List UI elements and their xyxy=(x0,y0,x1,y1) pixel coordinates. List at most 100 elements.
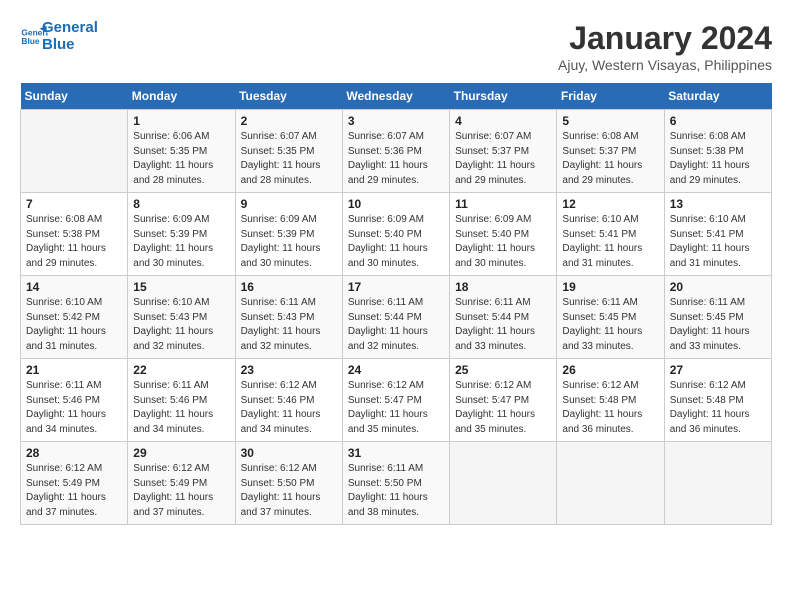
calendar-cell: 12 Sunrise: 6:10 AM Sunset: 5:41 PM Dayli… xyxy=(557,193,664,276)
calendar-cell: 22Sunrise: 6:11 AM Sunset: 5:46 PM Dayli… xyxy=(128,359,235,442)
header: General Blue General Blue January 2024 A… xyxy=(20,20,772,73)
day-info: Sunrise: 6:11 AM Sunset: 5:43 PM Dayligh… xyxy=(241,296,337,354)
day-number: 15 xyxy=(133,280,229,294)
calendar-header-row: SundayMondayTuesdayWednesdayThursdayFrid… xyxy=(21,83,772,110)
day-number: 12 xyxy=(562,197,658,211)
calendar-cell: 29 Sunrise: 6:12 AM Sunset: 5:49 PM Dayli… xyxy=(128,442,235,525)
day-number: 13 xyxy=(670,197,766,211)
calendar-cell: 2 Sunrise: 6:07 AM Sunset: 5:35 PM Daylig… xyxy=(235,110,342,193)
day-info: Sunrise: 6:12 AM Sunset: 5:48 PM Dayligh… xyxy=(670,379,766,437)
day-number: 1 xyxy=(133,114,229,128)
calendar-cell: 24 Sunrise: 6:12 AM Sunset: 5:47 PM Dayli… xyxy=(342,359,449,442)
calendar-cell: 8 Sunrise: 6:09 AM Sunset: 5:39 PM Daylig… xyxy=(128,193,235,276)
calendar-cell: 28Sunrise: 6:12 AM Sunset: 5:49 PM Dayli… xyxy=(21,442,128,525)
day-number: 4 xyxy=(455,114,551,128)
calendar-cell: 16 Sunrise: 6:11 AM Sunset: 5:43 PM Dayli… xyxy=(235,276,342,359)
day-info: Sunrise: 6:12 AM Sunset: 5:47 PM Dayligh… xyxy=(348,379,444,437)
day-info: Sunrise: 6:08 AM Sunset: 5:38 PM Dayligh… xyxy=(670,130,766,188)
header-sunday: Sunday xyxy=(21,83,128,110)
header-saturday: Saturday xyxy=(664,83,771,110)
day-number: 26 xyxy=(562,363,658,377)
calendar-cell: 31 Sunrise: 6:11 AM Sunset: 5:50 PM Dayli… xyxy=(342,442,449,525)
day-info: Sunrise: 6:12 AM Sunset: 5:46 PM Dayligh… xyxy=(241,379,337,437)
day-number: 30 xyxy=(241,446,337,460)
calendar-cell: 27 Sunrise: 6:12 AM Sunset: 5:48 PM Dayli… xyxy=(664,359,771,442)
logo: General Blue General Blue xyxy=(20,20,98,53)
calendar-cell xyxy=(450,442,557,525)
calendar-cell: 13Sunrise: 6:10 AM Sunset: 5:41 PM Dayli… xyxy=(664,193,771,276)
calendar-cell: 23 Sunrise: 6:12 AM Sunset: 5:46 PM Dayli… xyxy=(235,359,342,442)
day-info: Sunrise: 6:10 AM Sunset: 5:42 PM Dayligh… xyxy=(26,296,122,354)
day-number: 23 xyxy=(241,363,337,377)
calendar-cell xyxy=(664,442,771,525)
logo-line1: General xyxy=(42,20,98,37)
day-info: Sunrise: 6:08 AM Sunset: 5:38 PM Dayligh… xyxy=(26,213,122,271)
week-row-1: 1 Sunrise: 6:06 AM Sunset: 5:35 PM Daylig… xyxy=(21,110,772,193)
day-info: Sunrise: 6:10 AM Sunset: 5:41 PM Dayligh… xyxy=(562,213,658,271)
day-info: Sunrise: 6:10 AM Sunset: 5:43 PM Dayligh… xyxy=(133,296,229,354)
day-number: 8 xyxy=(133,197,229,211)
day-info: Sunrise: 6:12 AM Sunset: 5:49 PM Dayligh… xyxy=(26,462,122,520)
header-monday: Monday xyxy=(128,83,235,110)
week-row-3: 14Sunrise: 6:10 AM Sunset: 5:42 PM Dayli… xyxy=(21,276,772,359)
day-info: Sunrise: 6:12 AM Sunset: 5:47 PM Dayligh… xyxy=(455,379,551,437)
header-thursday: Thursday xyxy=(450,83,557,110)
calendar-cell: 18Sunrise: 6:11 AM Sunset: 5:44 PM Dayli… xyxy=(450,276,557,359)
day-number: 27 xyxy=(670,363,766,377)
week-row-4: 21 Sunrise: 6:11 AM Sunset: 5:46 PM Dayli… xyxy=(21,359,772,442)
week-row-2: 7Sunrise: 6:08 AM Sunset: 5:38 PM Daylig… xyxy=(21,193,772,276)
calendar-cell: 26 Sunrise: 6:12 AM Sunset: 5:48 PM Dayli… xyxy=(557,359,664,442)
day-number: 3 xyxy=(348,114,444,128)
svg-text:Blue: Blue xyxy=(21,36,39,46)
calendar-cell: 19Sunrise: 6:11 AM Sunset: 5:45 PM Dayli… xyxy=(557,276,664,359)
day-number: 16 xyxy=(241,280,337,294)
logo-line2: Blue xyxy=(42,37,98,54)
day-number: 21 xyxy=(26,363,122,377)
day-info: Sunrise: 6:11 AM Sunset: 5:50 PM Dayligh… xyxy=(348,462,444,520)
day-number: 17 xyxy=(348,280,444,294)
calendar-cell: 20 Sunrise: 6:11 AM Sunset: 5:45 PM Dayli… xyxy=(664,276,771,359)
day-info: Sunrise: 6:12 AM Sunset: 5:49 PM Dayligh… xyxy=(133,462,229,520)
day-number: 18 xyxy=(455,280,551,294)
day-info: Sunrise: 6:11 AM Sunset: 5:45 PM Dayligh… xyxy=(670,296,766,354)
day-info: Sunrise: 6:07 AM Sunset: 5:35 PM Dayligh… xyxy=(241,130,337,188)
day-number: 5 xyxy=(562,114,658,128)
calendar-cell xyxy=(21,110,128,193)
title-area: January 2024 Ajuy, Western Visayas, Phil… xyxy=(558,20,772,73)
calendar-cell: 9Sunrise: 6:09 AM Sunset: 5:39 PM Daylig… xyxy=(235,193,342,276)
day-info: Sunrise: 6:12 AM Sunset: 5:48 PM Dayligh… xyxy=(562,379,658,437)
day-number: 20 xyxy=(670,280,766,294)
header-wednesday: Wednesday xyxy=(342,83,449,110)
day-number: 29 xyxy=(133,446,229,460)
calendar-cell: 11 Sunrise: 6:09 AM Sunset: 5:40 PM Dayli… xyxy=(450,193,557,276)
day-number: 31 xyxy=(348,446,444,460)
calendar-cell: 5 Sunrise: 6:08 AM Sunset: 5:37 PM Daylig… xyxy=(557,110,664,193)
calendar-cell xyxy=(557,442,664,525)
day-info: Sunrise: 6:09 AM Sunset: 5:40 PM Dayligh… xyxy=(455,213,551,271)
day-number: 9 xyxy=(241,197,337,211)
day-number: 25 xyxy=(455,363,551,377)
calendar-cell: 30 Sunrise: 6:12 AM Sunset: 5:50 PM Dayli… xyxy=(235,442,342,525)
calendar-cell: 3 Sunrise: 6:07 AM Sunset: 5:36 PM Daylig… xyxy=(342,110,449,193)
calendar-cell: 21 Sunrise: 6:11 AM Sunset: 5:46 PM Dayli… xyxy=(21,359,128,442)
calendar-table: SundayMondayTuesdayWednesdayThursdayFrid… xyxy=(20,83,772,525)
day-info: Sunrise: 6:07 AM Sunset: 5:36 PM Dayligh… xyxy=(348,130,444,188)
day-info: Sunrise: 6:12 AM Sunset: 5:50 PM Dayligh… xyxy=(241,462,337,520)
calendar-cell: 14Sunrise: 6:10 AM Sunset: 5:42 PM Dayli… xyxy=(21,276,128,359)
day-info: Sunrise: 6:08 AM Sunset: 5:37 PM Dayligh… xyxy=(562,130,658,188)
day-number: 6 xyxy=(670,114,766,128)
day-info: Sunrise: 6:07 AM Sunset: 5:37 PM Dayligh… xyxy=(455,130,551,188)
calendar-cell: 17Sunrise: 6:11 AM Sunset: 5:44 PM Dayli… xyxy=(342,276,449,359)
day-number: 10 xyxy=(348,197,444,211)
day-info: Sunrise: 6:11 AM Sunset: 5:46 PM Dayligh… xyxy=(26,379,122,437)
header-tuesday: Tuesday xyxy=(235,83,342,110)
day-info: Sunrise: 6:09 AM Sunset: 5:39 PM Dayligh… xyxy=(133,213,229,271)
day-number: 2 xyxy=(241,114,337,128)
calendar-cell: 25 Sunrise: 6:12 AM Sunset: 5:47 PM Dayli… xyxy=(450,359,557,442)
day-number: 24 xyxy=(348,363,444,377)
day-info: Sunrise: 6:06 AM Sunset: 5:35 PM Dayligh… xyxy=(133,130,229,188)
calendar-cell: 15 Sunrise: 6:10 AM Sunset: 5:43 PM Dayli… xyxy=(128,276,235,359)
day-info: Sunrise: 6:11 AM Sunset: 5:46 PM Dayligh… xyxy=(133,379,229,437)
day-number: 11 xyxy=(455,197,551,211)
page-title: January 2024 xyxy=(558,20,772,57)
